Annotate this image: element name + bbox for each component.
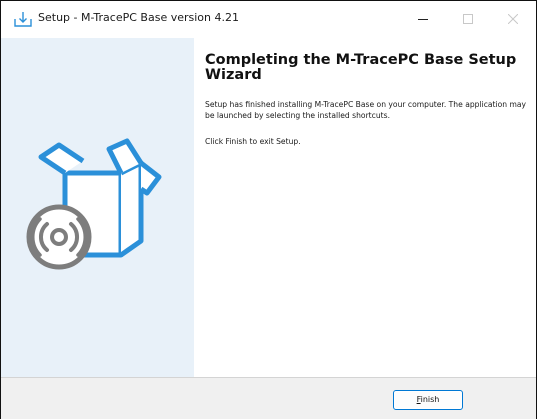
title-bar[interactable]: Setup - M-TracePC Base version 4.21 bbox=[1, 1, 536, 38]
exit-instruction: Click Finish to exit Setup. bbox=[205, 137, 301, 146]
finish-label-rest: inish bbox=[420, 395, 440, 404]
window-title: Setup - M-TracePC Base version 4.21 bbox=[38, 11, 239, 24]
maximize-button[interactable] bbox=[446, 1, 490, 38]
setup-window: Setup - M-TracePC Base version 4.21 Comp… bbox=[0, 0, 537, 419]
wizard-sidebar bbox=[1, 38, 194, 377]
button-bar: Finish bbox=[1, 377, 536, 419]
close-button[interactable] bbox=[491, 1, 535, 38]
wizard-content: Completing the M-TracePC Base Setup Wiza… bbox=[194, 38, 536, 377]
setup-app-icon bbox=[14, 10, 32, 28]
minimize-button[interactable] bbox=[401, 1, 445, 38]
finished-message: Setup has finished installing M-TracePC … bbox=[205, 100, 527, 120]
finish-button[interactable]: Finish bbox=[393, 390, 463, 410]
page-title: Completing the M-TracePC Base Setup Wiza… bbox=[205, 52, 517, 83]
